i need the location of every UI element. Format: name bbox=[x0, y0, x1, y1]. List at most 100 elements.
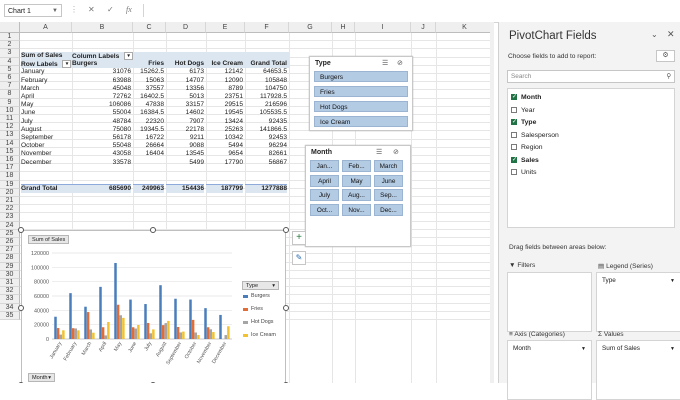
clear-filter-icon[interactable]: ⊘ bbox=[393, 148, 399, 156]
close-icon[interactable]: ✕ bbox=[667, 29, 675, 40]
type-slicer-item[interactable]: Burgers bbox=[314, 71, 408, 82]
function-icon[interactable]: fx bbox=[126, 5, 132, 14]
row-header[interactable]: 6 bbox=[0, 74, 20, 83]
field-checkbox[interactable] bbox=[511, 144, 517, 151]
row-header[interactable]: 32 bbox=[0, 287, 20, 296]
row-header[interactable]: 23 bbox=[0, 213, 20, 222]
month-slicer-item[interactable]: Jan... bbox=[310, 160, 339, 172]
pivot-chart[interactable]: Sum of Sales 0 20000 40000 60000 80000 100000… bbox=[21, 230, 286, 383]
axis-field-button[interactable]: Month ▾ bbox=[28, 373, 55, 382]
row-header[interactable]: 28 bbox=[0, 254, 20, 263]
month-slicer-item[interactable]: Feb... bbox=[342, 160, 371, 172]
column-header-g[interactable]: G bbox=[289, 22, 332, 33]
resize-handle[interactable] bbox=[283, 305, 289, 311]
month-slicer-item[interactable]: Dec... bbox=[374, 203, 403, 216]
column-header-h[interactable]: H bbox=[332, 22, 355, 33]
legend-area[interactable]: Type ▼ bbox=[596, 272, 680, 332]
row-header[interactable]: 24 bbox=[0, 221, 20, 230]
clear-filter-icon[interactable]: ⊘ bbox=[397, 59, 403, 67]
row-header[interactable]: 17 bbox=[0, 164, 20, 173]
search-input[interactable]: Search ⚲ bbox=[507, 70, 675, 83]
row-header[interactable]: 14 bbox=[0, 139, 20, 148]
field-item[interactable]: Region bbox=[511, 142, 543, 154]
column-header-j[interactable]: J bbox=[411, 22, 436, 33]
multi-select-icon[interactable]: ☰ bbox=[382, 59, 388, 67]
row-header[interactable]: 35 bbox=[0, 311, 20, 320]
row-header[interactable]: 7 bbox=[0, 82, 20, 91]
cancel-icon[interactable]: ✕ bbox=[88, 5, 95, 14]
field-item[interactable]: Month bbox=[511, 92, 541, 104]
row-header[interactable]: 1 bbox=[0, 33, 20, 42]
row-header[interactable]: 34 bbox=[0, 303, 20, 312]
month-slicer-item[interactable]: May bbox=[342, 174, 371, 187]
field-item[interactable]: Sales bbox=[511, 155, 539, 167]
column-header-f[interactable]: F bbox=[245, 22, 289, 33]
filter-dropdown-icon[interactable]: ▾ bbox=[124, 52, 134, 60]
column-header-e[interactable]: E bbox=[206, 22, 245, 33]
row-header[interactable]: 5 bbox=[0, 65, 20, 74]
row-header[interactable]: 19 bbox=[0, 180, 20, 189]
row-header[interactable]: 11 bbox=[0, 115, 20, 124]
month-slicer-item[interactable]: July bbox=[310, 189, 339, 201]
axis-field-chip[interactable]: Month ▼ bbox=[511, 344, 588, 354]
multi-select-icon[interactable]: ☰ bbox=[376, 148, 382, 156]
values-field-chip[interactable]: Sum of Sales ▼ bbox=[600, 344, 677, 354]
type-slicer[interactable]: Type ☰ ⊘ Burgers Fries Hot Dogs Ice Cream bbox=[309, 56, 413, 131]
chevron-down-icon[interactable]: ▼ bbox=[52, 5, 58, 18]
chevron-down-icon[interactable]: ⌄ bbox=[651, 30, 658, 39]
field-checkbox[interactable] bbox=[511, 118, 517, 126]
row-header[interactable]: 30 bbox=[0, 270, 20, 279]
column-header-k[interactable]: K bbox=[436, 22, 494, 33]
resize-handle[interactable] bbox=[283, 227, 289, 233]
row-header[interactable]: 13 bbox=[0, 131, 20, 140]
filter-dropdown-icon[interactable]: ▾ bbox=[62, 60, 72, 69]
filters-area[interactable] bbox=[507, 272, 592, 332]
legend-field-button[interactable]: Type ▾ bbox=[242, 281, 279, 290]
vertical-scrollbar[interactable] bbox=[490, 22, 494, 383]
column-header-a[interactable]: A bbox=[20, 22, 72, 33]
month-slicer-item[interactable]: Sep... bbox=[374, 189, 403, 201]
row-header[interactable]: 12 bbox=[0, 123, 20, 132]
row-header[interactable]: 33 bbox=[0, 295, 20, 304]
column-header-b[interactable]: B bbox=[72, 22, 133, 33]
legend-field-chip[interactable]: Type ▼ bbox=[600, 276, 677, 286]
select-all-corner[interactable] bbox=[0, 22, 20, 33]
formula-input[interactable] bbox=[143, 4, 494, 17]
values-area[interactable]: Sum of Sales ▼ bbox=[596, 340, 680, 400]
row-header[interactable]: 3 bbox=[0, 49, 20, 58]
row-header[interactable]: 21 bbox=[0, 197, 20, 206]
row-header[interactable]: 31 bbox=[0, 279, 20, 288]
row-header[interactable]: 25 bbox=[0, 229, 20, 238]
field-checkbox[interactable] bbox=[511, 156, 517, 164]
row-header[interactable]: 15 bbox=[0, 147, 20, 156]
field-item[interactable]: Type bbox=[511, 117, 536, 129]
field-item[interactable]: Year bbox=[511, 105, 535, 117]
type-slicer-item[interactable]: Fries bbox=[314, 86, 408, 97]
row-header[interactable]: 9 bbox=[0, 98, 20, 107]
chart-elements-button[interactable]: + bbox=[292, 231, 306, 245]
row-header[interactable]: 2 bbox=[0, 41, 20, 50]
field-checkbox[interactable] bbox=[511, 106, 517, 113]
column-header-i[interactable]: I bbox=[355, 22, 411, 33]
type-slicer-item[interactable]: Hot Dogs bbox=[314, 101, 408, 112]
row-header[interactable]: 10 bbox=[0, 106, 20, 115]
field-item[interactable]: Salesperson bbox=[511, 130, 559, 142]
column-header-d[interactable]: D bbox=[166, 22, 206, 33]
enter-icon[interactable]: ✓ bbox=[107, 5, 114, 14]
row-header[interactable]: 4 bbox=[0, 57, 20, 66]
row-header[interactable]: 26 bbox=[0, 238, 20, 247]
field-checkbox[interactable] bbox=[511, 93, 517, 101]
field-item[interactable]: Units bbox=[511, 167, 537, 179]
month-slicer-item[interactable]: Oct... bbox=[310, 203, 339, 216]
row-header[interactable]: 29 bbox=[0, 262, 20, 271]
row-header[interactable]: 8 bbox=[0, 90, 20, 99]
row-header[interactable]: 22 bbox=[0, 205, 20, 214]
field-checkbox[interactable] bbox=[511, 169, 517, 176]
row-header[interactable]: 16 bbox=[0, 156, 20, 165]
axis-area[interactable]: Month ▼ bbox=[507, 340, 592, 400]
month-slicer-item[interactable]: April bbox=[310, 174, 339, 187]
resize-handle[interactable] bbox=[150, 227, 156, 233]
row-header[interactable]: 20 bbox=[0, 188, 20, 197]
row-header[interactable]: 27 bbox=[0, 246, 20, 255]
column-header-c[interactable]: C bbox=[133, 22, 166, 33]
